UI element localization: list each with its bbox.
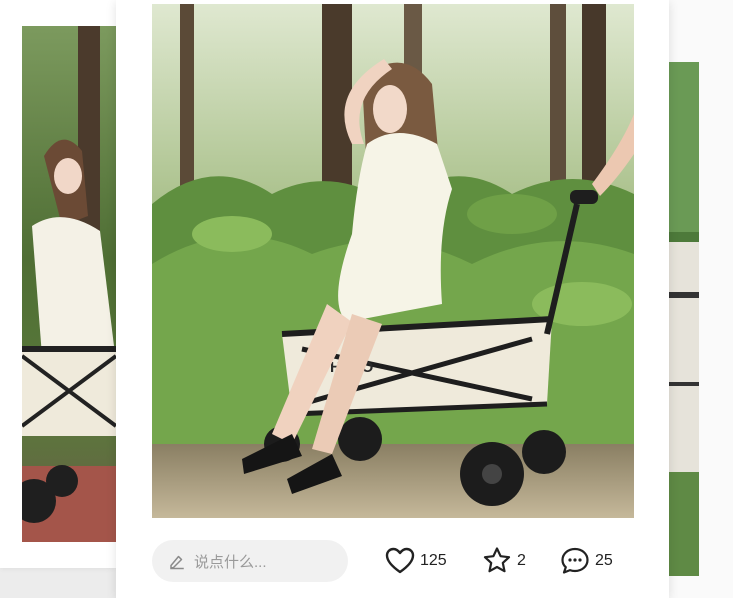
previous-post-photo (22, 26, 116, 542)
star-icon (483, 547, 511, 573)
post-card: HNSO 说点什么... (116, 0, 669, 598)
post-photo[interactable]: HNSO (152, 4, 634, 518)
favorite-button[interactable]: 2 (481, 543, 526, 579)
next-post-photo (669, 62, 699, 576)
comment-button[interactable]: 25 (559, 543, 613, 579)
like-count: 125 (420, 552, 447, 569)
heart-icon (385, 547, 415, 574)
like-button[interactable]: 125 (384, 543, 447, 579)
comment-placeholder: 说点什么... (194, 553, 267, 571)
pencil-icon (170, 555, 184, 570)
speech-bubble-icon (561, 547, 589, 574)
comment-input[interactable]: 说点什么... (152, 540, 348, 582)
favorite-count: 2 (517, 552, 526, 569)
comment-count: 25 (595, 552, 613, 569)
next-post-card[interactable] (669, 0, 733, 598)
previous-post-card[interactable] (0, 0, 116, 568)
